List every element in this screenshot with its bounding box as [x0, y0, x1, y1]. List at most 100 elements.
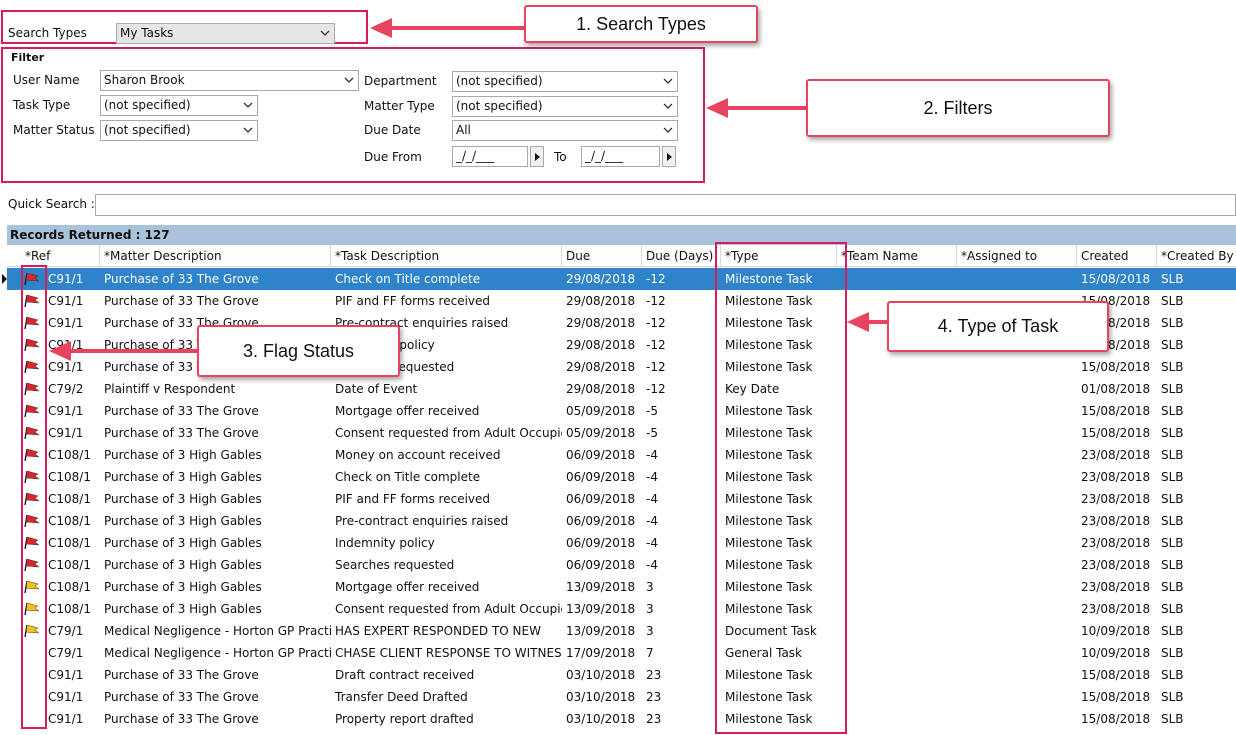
- cell-created-by: SLB: [1161, 712, 1184, 726]
- col-header-due-days[interactable]: Due (Days): [642, 245, 721, 267]
- task-type-select[interactable]: (not specified): [100, 95, 258, 116]
- cell-ref: C108/1: [48, 602, 91, 616]
- col-header-team-name[interactable]: *Team Name: [837, 245, 957, 267]
- cell-due-days: -12: [646, 272, 666, 286]
- cell-ref: C108/1: [48, 580, 91, 594]
- cell-task-description: Searches requested: [335, 558, 455, 572]
- cell-ref: C91/1: [48, 294, 84, 308]
- cell-due: 06/09/2018: [566, 470, 636, 484]
- due-to-input[interactable]: _/_/___: [581, 146, 660, 167]
- department-select[interactable]: (not specified): [452, 71, 678, 92]
- table-row[interactable]: C108/1 Purchase of 3 High Gables Mortgage …: [7, 576, 1236, 598]
- cell-due-days: -4: [646, 558, 658, 572]
- table-row[interactable]: C108/1 Purchase of 3 High Gables PIF and F…: [7, 488, 1236, 510]
- col-header-ref[interactable]: *Ref: [21, 245, 100, 267]
- cell-created: 23/08/2018: [1081, 602, 1151, 616]
- cell-matter-description: Purchase of 3 High Gables: [104, 536, 262, 550]
- table-row[interactable]: C108/1 Purchase of 3 High Gables Money on …: [7, 444, 1236, 466]
- col-header-due[interactable]: Due: [562, 245, 642, 267]
- cell-ref: C91/1: [48, 338, 84, 352]
- due-from-next-button[interactable]: [530, 146, 544, 167]
- department-label: Department: [364, 74, 437, 88]
- matter-type-select[interactable]: (not specified): [452, 96, 678, 117]
- table-row[interactable]: C91/1 Purchase of 33 The Grove Mortgage of…: [7, 400, 1236, 422]
- cell-due-days: 23: [646, 668, 662, 682]
- table-row[interactable]: C91/1 Purchase of 33 The Grove Check on Ti…: [2, 268, 1236, 290]
- cell-due-days: -5: [646, 404, 658, 418]
- matter-status-label: Matter Status: [13, 123, 95, 137]
- cell-matter-description: Purchase of 3 High Gables: [104, 580, 262, 594]
- search-types-label: Search Types: [8, 26, 87, 40]
- col-header-matter-description[interactable]: *Matter Description: [100, 245, 331, 267]
- table-row[interactable]: C91/1 Purchase of 33 The Grove Consent req…: [7, 422, 1236, 444]
- chevron-down-icon: [243, 102, 253, 108]
- col-header-assigned-to[interactable]: *Assigned to: [957, 245, 1077, 267]
- cell-assigned-to: [957, 708, 1077, 730]
- col-header-created[interactable]: Created: [1077, 245, 1157, 267]
- cell-created-by: SLB: [1161, 360, 1184, 374]
- cell-due-days: 3: [646, 624, 654, 638]
- cell-task-description: Property report drafted: [335, 712, 474, 726]
- cell-task-description: Draft contract received: [335, 668, 475, 682]
- table-row[interactable]: C91/1 Purchase of 33 The Grove Transfer De…: [7, 686, 1236, 708]
- due-to-value: _/_/___: [585, 149, 624, 163]
- search-types-select[interactable]: My Tasks: [116, 23, 335, 44]
- due-date-select[interactable]: All: [452, 120, 678, 141]
- cell-team-name: [837, 356, 957, 378]
- cell-due: 29/08/2018: [566, 360, 636, 374]
- callout-flag-status-text: 3. Flag Status: [242, 341, 355, 361]
- table-row[interactable]: C91/1 Purchase of 33 The Grove Draft contr…: [7, 664, 1236, 686]
- cell-created: 15/08/2018: [1081, 690, 1151, 704]
- cell-due: 06/09/2018: [566, 536, 636, 550]
- matter-status-select[interactable]: (not specified): [100, 120, 258, 141]
- table-row[interactable]: C108/1 Purchase of 3 High Gables Consent r…: [7, 598, 1236, 620]
- due-date-label: Due Date: [364, 123, 421, 137]
- table-row[interactable]: C91/1 Purchase of 33 The Grove Property re…: [7, 708, 1236, 730]
- cell-due-days: 3: [646, 580, 654, 594]
- cell-matter-description: Purchase of 3 High Gables: [104, 514, 262, 528]
- col-header-created-by[interactable]: *Created By: [1157, 245, 1236, 267]
- cell-created-by: SLB: [1161, 646, 1184, 660]
- chevron-down-icon: [663, 127, 673, 133]
- cell-ref: C91/1: [48, 426, 84, 440]
- due-from-value: _/_/___: [456, 149, 495, 163]
- cell-matter-description: Purchase of 3 High Gables: [104, 470, 262, 484]
- table-row[interactable]: C79/1 Medical Negligence - Horton GP Prac…: [7, 620, 1236, 642]
- due-to-next-button[interactable]: [662, 146, 676, 167]
- cell-due-days: -12: [646, 316, 666, 330]
- cell-assigned-to: [957, 510, 1077, 532]
- col-header-task-description[interactable]: *Task Description: [331, 245, 562, 267]
- arrow-1: [370, 18, 524, 38]
- cell-due: 05/09/2018: [566, 404, 636, 418]
- table-row[interactable]: C91/1Purchase of 33 The GroveSearches re…: [7, 356, 1236, 378]
- table-row[interactable]: C108/1 Purchase of 3 High Gables Check on …: [7, 466, 1236, 488]
- user-name-select[interactable]: Sharon Brook: [100, 70, 359, 91]
- due-from-input[interactable]: _/_/___: [452, 146, 528, 167]
- cell-assigned-to: [957, 598, 1077, 620]
- task-type-label: Task Type: [13, 98, 71, 112]
- cell-due-days: 3: [646, 602, 654, 616]
- cell-matter-description: Plaintiff v Respondent: [104, 382, 236, 396]
- cell-created: 10/09/2018: [1081, 624, 1151, 638]
- department-value: (not specified): [456, 74, 543, 88]
- callout-search-types: 1. Search Types: [524, 5, 758, 43]
- cell-task-description: Date of Event: [335, 382, 418, 396]
- table-row[interactable]: C108/1 Purchase of 3 High Gables Indemnity…: [7, 532, 1236, 554]
- cell-assigned-to: [957, 378, 1077, 400]
- table-row[interactable]: C79/1 Medical Negligence - Horton GP Prac…: [7, 642, 1236, 664]
- table-row[interactable]: C108/1 Purchase of 3 High Gables Searches …: [7, 554, 1236, 576]
- cell-created: 15/08/2018: [1081, 668, 1151, 682]
- cell-created-by: SLB: [1161, 382, 1184, 396]
- grid-header: *Ref *Matter Description *Task Descripti…: [7, 245, 1236, 267]
- cell-matter-description: Purchase of 33 The Grove: [104, 272, 259, 286]
- cell-created-by: SLB: [1161, 514, 1184, 528]
- cell-assigned-to: [957, 466, 1077, 488]
- cell-task-description: Consent requested from Adult Occupiers: [335, 426, 562, 440]
- cell-ref: C79/1: [48, 646, 84, 660]
- cell-matter-description: Medical Negligence - Horton GP Practice: [104, 624, 331, 638]
- quick-search-input[interactable]: [95, 194, 1236, 216]
- cell-task-description: Mortgage offer received: [335, 580, 480, 594]
- cell-due: 06/09/2018: [566, 558, 636, 572]
- table-row[interactable]: C79/2 Plaintiff v Respondent Date of Event…: [7, 378, 1236, 400]
- table-row[interactable]: C108/1 Purchase of 3 High Gables Pre-contr…: [7, 510, 1236, 532]
